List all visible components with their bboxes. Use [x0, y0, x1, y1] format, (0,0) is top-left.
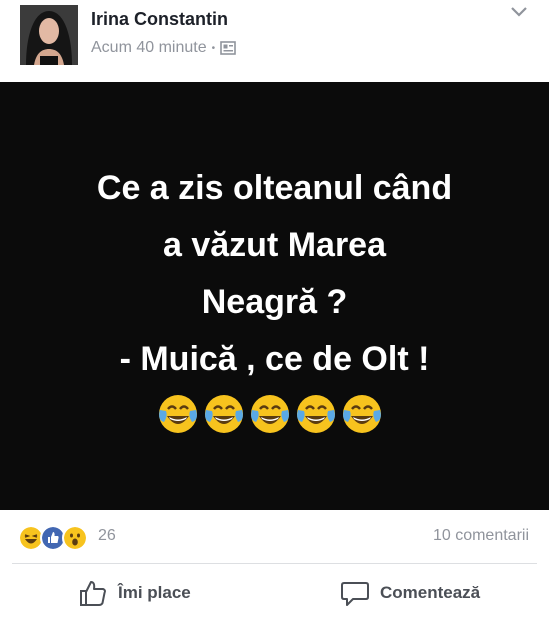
reaction-icons[interactable]: [18, 525, 88, 551]
audience-icon[interactable]: [220, 40, 236, 56]
post-text-line: Neagră ?: [201, 283, 348, 321]
reactions-bar: 26 10 comentarii: [0, 510, 549, 562]
action-bar: Îmi place Comentează: [0, 564, 549, 622]
like-button[interactable]: Îmi place: [78, 564, 191, 622]
wow-icon: [62, 525, 88, 551]
author-name[interactable]: Irina Constantin: [91, 9, 228, 30]
post-text-line: a văzut Marea: [163, 226, 386, 264]
emoji-row: [156, 392, 384, 436]
post-time[interactable]: Acum 40 minute: [91, 39, 207, 57]
chevron-down-icon[interactable]: [510, 5, 528, 19]
tears-of-joy-emoji-icon: [251, 395, 289, 433]
thumbs-up-icon: [80, 581, 106, 606]
meta-separator: •: [211, 42, 216, 54]
tears-of-joy-emoji-icon: [297, 395, 335, 433]
comments-count[interactable]: 10 comentarii: [433, 527, 529, 545]
post-image-text: Ce a zis olteanul când a văzut Marea Nea…: [0, 82, 549, 388]
post-text-line: Ce a zis olteanul când: [96, 169, 453, 207]
reaction-count[interactable]: 26: [98, 527, 116, 545]
comment-icon: [341, 582, 369, 606]
author-avatar[interactable]: [20, 5, 78, 65]
tears-of-joy-emoji-icon: [159, 395, 197, 433]
comment-label: Comentează: [380, 583, 481, 602]
like-label: Îmi place: [118, 583, 191, 602]
post-header: Irina Constantin Acum 40 minute •: [0, 0, 549, 82]
comment-button[interactable]: Comentează: [340, 564, 480, 622]
tears-of-joy-emoji-icon: [343, 395, 381, 433]
post-text-line: - Muică , ce de Olt !: [119, 340, 430, 378]
tears-of-joy-emoji-icon: [205, 395, 243, 433]
post-meta: Acum 40 minute •: [91, 39, 236, 57]
